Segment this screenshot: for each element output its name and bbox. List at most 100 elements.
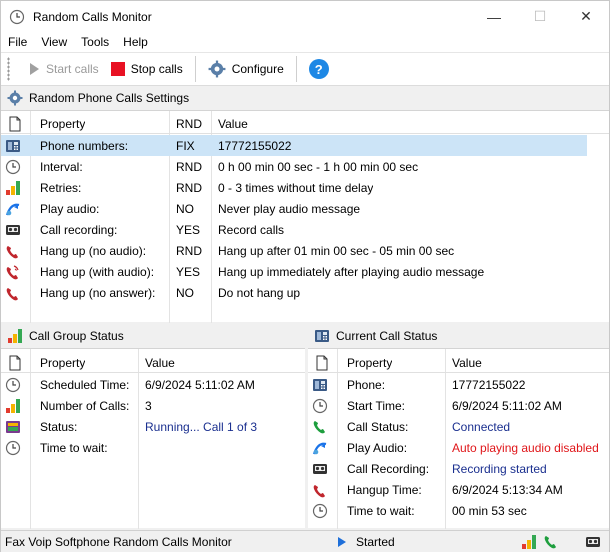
- hangup-icon: [5, 243, 21, 259]
- main-window: Random Calls Monitor — ☐ ✕ File View Too…: [0, 0, 610, 552]
- value-cell: Never play audio message: [218, 201, 361, 216]
- menu-tools[interactable]: Tools: [74, 35, 116, 49]
- tape-icon: [5, 222, 21, 238]
- current-status-title: Current Call Status: [336, 329, 438, 343]
- start-calls-button[interactable]: Start calls: [22, 55, 105, 83]
- rnd-cell: YES: [176, 222, 201, 237]
- table-row[interactable]: Time to wait:: [1, 437, 305, 458]
- minimize-button[interactable]: —: [471, 1, 517, 32]
- group-status-title: Call Group Status: [29, 329, 124, 343]
- phone-icon: [5, 138, 21, 154]
- value-cell: Do not hang up: [218, 285, 301, 300]
- handset-green-icon: [543, 534, 559, 550]
- bars-icon: [5, 398, 21, 414]
- value-cell: 17772155022: [218, 138, 292, 153]
- current-status-grid[interactable]: Property Value Phone: 17772155022 Start Ti…: [308, 348, 609, 529]
- settings-grid[interactable]: Property RND Value Phone numbers: FIX 1777…: [1, 110, 609, 323]
- table-row[interactable]: Interval: RND 0 h 00 min 00 sec - 1 h 00 m…: [1, 156, 609, 177]
- property-cell: Status:: [40, 419, 78, 434]
- configure-button[interactable]: Configure: [202, 55, 290, 83]
- table-row[interactable]: Number of Calls: 3: [1, 395, 305, 416]
- value-cell: Running... Call 1 of 3: [145, 419, 258, 434]
- table-row[interactable]: Play audio: NO Never play audio message: [1, 198, 609, 219]
- play-icon: [338, 537, 346, 547]
- menu-view[interactable]: View: [34, 35, 74, 49]
- clock-icon: [312, 398, 328, 414]
- column-header-property[interactable]: Property: [40, 113, 85, 134]
- current-status-header-row: Property Value: [308, 352, 609, 373]
- toolbar-grip[interactable]: [7, 57, 10, 81]
- table-row[interactable]: Start Time: 6/9/2024 5:11:02 AM: [308, 395, 609, 416]
- table-row[interactable]: Hang up (no audio): RND Hang up after 01 m…: [1, 240, 609, 261]
- window-title: Random Calls Monitor: [33, 9, 152, 24]
- table-row[interactable]: Retries: RND 0 - 3 times without time dela…: [1, 177, 609, 198]
- table-row[interactable]: Hang up (with audio): YES Hang up immediat…: [1, 261, 609, 282]
- rnd-cell: NO: [176, 285, 194, 300]
- value-cell: 3: [145, 398, 152, 413]
- tape-icon: [585, 534, 601, 550]
- help-icon: ?: [308, 59, 329, 79]
- column-header-value[interactable]: Value: [145, 352, 175, 373]
- table-row[interactable]: Call Status: Connected: [308, 416, 609, 437]
- rnd-cell: RND: [176, 180, 202, 195]
- property-cell: Retries:: [40, 180, 82, 195]
- column-header-value[interactable]: Value: [452, 352, 482, 373]
- settings-section-header: Random Phone Calls Settings: [7, 87, 189, 109]
- table-row[interactable]: Phone numbers: FIX 17772155022: [1, 135, 587, 156]
- group-status-grid[interactable]: Property Value Scheduled Time: 6/9/2024 5…: [1, 348, 305, 529]
- stop-icon: [110, 62, 125, 76]
- clock-icon: [5, 159, 21, 175]
- column-header-value[interactable]: Value: [218, 113, 248, 134]
- menu-help[interactable]: Help: [116, 35, 155, 49]
- value-cell: Record calls: [218, 222, 285, 237]
- table-row[interactable]: Status: Running... Call 1 of 3: [1, 416, 305, 437]
- value-cell: 17772155022: [452, 377, 526, 392]
- menu-bar: File View Tools Help: [1, 32, 609, 52]
- property-cell: Play Audio:: [347, 440, 408, 455]
- close-button[interactable]: ✕: [563, 1, 609, 32]
- phone-icon: [312, 377, 328, 393]
- table-row[interactable]: Time to wait: 00 min 53 sec: [308, 500, 609, 521]
- toolbar-separator: [295, 56, 297, 82]
- maximize-button: ☐: [533, 8, 547, 24]
- value-cell: 00 min 53 sec: [452, 503, 527, 518]
- column-header-property[interactable]: Property: [40, 352, 85, 373]
- rnd-cell: YES: [176, 264, 201, 279]
- table-row[interactable]: Phone: 17772155022: [308, 374, 609, 395]
- table-row[interactable]: Call recording: YES Record calls: [1, 219, 609, 240]
- help-button[interactable]: ?: [303, 55, 335, 83]
- table-row[interactable]: Hangup Time: 6/9/2024 5:13:34 AM: [308, 479, 609, 500]
- group-status-header-row: Property Value: [1, 352, 305, 373]
- stop-calls-button[interactable]: Stop calls: [105, 55, 189, 83]
- value-cell: 0 h 00 min 00 sec - 1 h 00 min 00 sec: [218, 159, 419, 174]
- column-header-rnd[interactable]: RND: [176, 113, 202, 134]
- property-cell: Number of Calls:: [40, 398, 130, 413]
- value-cell: 0 - 3 times without time delay: [218, 180, 374, 195]
- value-cell: 6/9/2024 5:11:02 AM: [452, 398, 562, 413]
- clock-icon: [5, 440, 21, 456]
- current-status-section-header: Current Call Status: [314, 325, 437, 347]
- hangup-icon: [312, 482, 328, 498]
- settings-title: Random Phone Calls Settings: [29, 91, 190, 105]
- menu-file[interactable]: File: [1, 35, 34, 49]
- document-icon: [7, 116, 23, 132]
- hangup-audio-icon: [5, 264, 21, 280]
- status-bar-text: Fax Voip Softphone Random Calls Monitor: [5, 534, 232, 549]
- rnd-cell: RND: [176, 159, 202, 174]
- property-cell: Hang up (no audio):: [40, 243, 147, 258]
- property-cell: Start Time:: [347, 398, 406, 413]
- column-header-property[interactable]: Property: [347, 352, 392, 373]
- status-icon: [5, 419, 21, 435]
- property-cell: Time to wait:: [347, 503, 415, 518]
- property-cell: Time to wait:: [40, 440, 108, 455]
- table-row[interactable]: Call Recording: Recording started: [308, 458, 609, 479]
- table-row[interactable]: Scheduled Time: 6/9/2024 5:11:02 AM: [1, 374, 305, 395]
- title-bar[interactable]: Random Calls Monitor — ☐ ✕: [1, 1, 609, 32]
- start-calls-label: Start calls: [46, 62, 99, 76]
- document-icon: [314, 355, 330, 371]
- table-row[interactable]: Play Audio: Auto playing audio disabled: [308, 437, 609, 458]
- value-cell: Connected: [452, 419, 511, 434]
- audio-icon: [5, 201, 21, 217]
- table-row[interactable]: Hang up (no answer): NO Do not hang up: [1, 282, 609, 303]
- property-cell: Hangup Time:: [347, 482, 422, 497]
